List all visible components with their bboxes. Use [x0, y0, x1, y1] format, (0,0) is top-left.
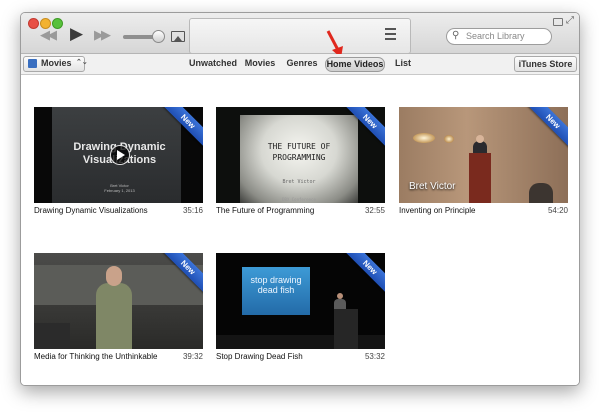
- thumbnail-subtext: Bret Victor: [282, 179, 316, 185]
- search-icon: ⚲: [452, 30, 460, 41]
- itunes-store-button[interactable]: iTunes Store: [514, 56, 577, 72]
- video-thumbnail[interactable]: Bret Victor New: [399, 107, 568, 203]
- library-selector[interactable]: Movies ⌃⌄: [23, 56, 88, 72]
- video-grid: Drawing Dynamic Visualizations Bret Vict…: [21, 75, 579, 385]
- video-title: Inventing on Principle: [399, 206, 476, 215]
- library-selector-label: Movies: [41, 58, 72, 68]
- close-window-button[interactable]: [28, 18, 39, 29]
- miniplayer-icon[interactable]: [553, 18, 563, 26]
- search-field[interactable]: ⚲ Search Library: [446, 28, 552, 45]
- itunes-window: ◀◀ ▶ ▶▶ ⚲ Search Library ⤢ Movies ⌃⌄ Unw…: [20, 12, 580, 386]
- audience-member: [529, 183, 553, 203]
- volume-slider-knob[interactable]: [152, 30, 165, 43]
- search-placeholder: Search Library: [466, 31, 525, 41]
- library-nav-bar: Movies ⌃⌄ Unwatched Movies Genres Home V…: [21, 54, 579, 75]
- video-thumbnail[interactable]: New: [34, 253, 203, 349]
- chevron-updown-icon: ⌃⌄: [76, 59, 88, 66]
- thumbnail-heading: THE FUTURE OF PROGRAMMING: [267, 142, 331, 162]
- now-playing-display: [189, 18, 411, 54]
- play-icon[interactable]: ▶: [70, 24, 83, 44]
- movies-icon: [28, 59, 37, 68]
- thumbnail-heading: stop drawing dead fish: [250, 275, 302, 295]
- tab-genres[interactable]: Genres: [286, 57, 318, 70]
- video-duration: 32:55: [364, 206, 385, 215]
- video-title: Drawing Dynamic Visualizations: [34, 206, 148, 215]
- podium: [469, 153, 491, 203]
- video-duration: 54:20: [547, 206, 568, 215]
- video-tile[interactable]: THE FUTURE OF PROGRAMMING Bret Victor DB…: [216, 107, 385, 215]
- list-icon[interactable]: [385, 28, 396, 43]
- video-title: Stop Drawing Dead Fish: [216, 352, 303, 361]
- video-tile[interactable]: Bret Victor New Inventing on Principle 5…: [399, 107, 568, 215]
- toolbar: ◀◀ ▶ ▶▶ ⚲ Search Library ⤢: [21, 13, 579, 58]
- speaker: [96, 283, 132, 349]
- chandelier: [444, 135, 454, 143]
- new-badge: New: [343, 253, 385, 295]
- video-thumbnail[interactable]: stop drawing dead fish New: [216, 253, 385, 349]
- thumbnail-subtext-2: DBX Conference: [282, 197, 316, 202]
- thumbnail-subtext: Bret Victor February 1, 2013: [104, 183, 135, 193]
- video-thumbnail[interactable]: Drawing Dynamic Visualizations Bret Vict…: [34, 107, 203, 203]
- video-duration: 39:32: [182, 352, 203, 361]
- video-title: The Future of Programming: [216, 206, 315, 215]
- airplay-icon[interactable]: [171, 31, 185, 42]
- video-duration: 53:32: [364, 352, 385, 361]
- video-tile[interactable]: Drawing Dynamic Visualizations Bret Vict…: [34, 107, 203, 215]
- fullscreen-icon[interactable]: ⤢: [566, 15, 574, 26]
- play-overlay-icon[interactable]: [110, 145, 130, 165]
- video-tile[interactable]: stop drawing dead fish New Stop Drawing …: [216, 253, 385, 361]
- video-title: Media for Thinking the Unthinkable: [34, 352, 158, 361]
- tab-list[interactable]: List: [393, 57, 413, 70]
- video-tile[interactable]: New Media for Thinking the Unthinkable 3…: [34, 253, 203, 361]
- tab-unwatched[interactable]: Unwatched: [189, 57, 237, 70]
- tab-home-videos[interactable]: Home Videos: [325, 57, 385, 72]
- video-duration: 35:16: [182, 206, 203, 215]
- fast-forward-icon[interactable]: ▶▶: [94, 27, 111, 43]
- thumbnail-caption: Bret Victor: [409, 181, 456, 192]
- laptop: [34, 323, 70, 349]
- video-thumbnail[interactable]: THE FUTURE OF PROGRAMMING Bret Victor DB…: [216, 107, 385, 203]
- rewind-icon[interactable]: ◀◀: [40, 27, 57, 43]
- tab-movies[interactable]: Movies: [243, 57, 277, 70]
- chandelier: [413, 133, 435, 143]
- podium: [334, 309, 358, 349]
